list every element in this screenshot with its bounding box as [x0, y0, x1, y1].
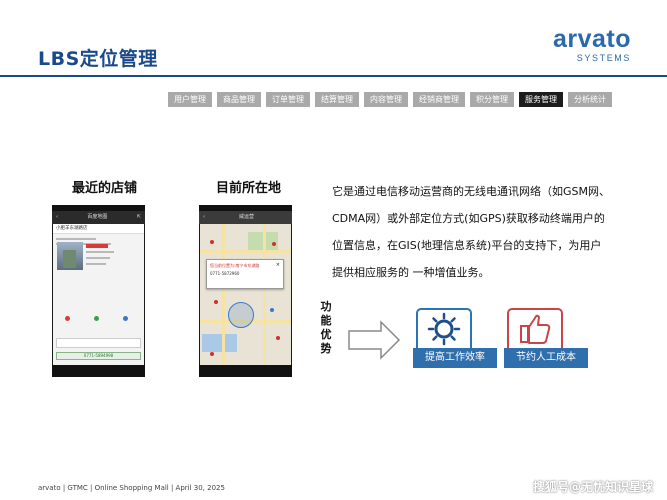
sun-icon-box	[416, 308, 472, 348]
route-button-bar[interactable]	[56, 338, 141, 348]
map-water	[202, 334, 237, 352]
footer-text: arvato | GTMC | Online Shopping Mall | A…	[38, 484, 225, 492]
store-phone-number[interactable]: 0771-5894998	[56, 352, 141, 360]
store-list-header: 小肥羊东湖路店	[53, 224, 144, 234]
watermark: 搜狐号@无忧知识星球	[532, 480, 653, 494]
text-line	[86, 251, 114, 253]
app-title: 百度地图	[87, 214, 108, 220]
close-icon[interactable]: ×	[276, 262, 280, 268]
tab-analytics[interactable]: 分析统计	[568, 92, 612, 107]
phone-nav-bar	[52, 365, 145, 377]
popup-title: 您当前位置为:南宁市东湖路	[210, 263, 260, 268]
text-line	[86, 263, 106, 265]
map-road	[263, 224, 266, 365]
benefit-cost-saving: 节约人工成本	[504, 308, 588, 368]
location-pin-icon[interactable]	[65, 316, 70, 321]
map-marker-icon[interactable]	[214, 300, 218, 304]
share-icon[interactable]: ⇱	[137, 211, 141, 224]
advantages-label: 功能优势	[320, 300, 332, 355]
map-marker-icon[interactable]	[272, 242, 276, 246]
benefit-efficiency-label: 提高工作效率	[413, 348, 497, 368]
map-road	[222, 224, 225, 365]
thumbs-up-icon	[520, 314, 551, 344]
nearest-store-heading: 最近的店铺	[72, 181, 138, 196]
arvato-logo: arvato SYSTEMS	[553, 26, 631, 63]
map-road	[200, 250, 291, 253]
popup-phone: 0771-5872960	[210, 271, 240, 276]
map-marker-icon[interactable]	[210, 352, 214, 356]
current-location-heading: 目前所在地	[216, 181, 282, 196]
store-detail-screen: 小肥羊东湖路店 0771-5894998	[53, 224, 144, 365]
tab-user-management[interactable]: 用户管理	[168, 92, 212, 107]
back-icon[interactable]: ‹	[203, 211, 205, 224]
rating-stars	[86, 244, 108, 248]
text-line	[86, 257, 110, 259]
logo-wordmark: arvato	[552, 25, 631, 53]
phone-app-bar: ‹ 百度地图 ⇱	[52, 211, 145, 224]
right-arrow-icon	[348, 320, 401, 360]
tab-product-management[interactable]: 商品管理	[217, 92, 261, 107]
header-divider	[0, 75, 667, 77]
store-phone-screenshot: ‹ 百度地图 ⇱ 小肥羊东湖路店 0771-5894998	[52, 205, 145, 377]
tab-points-management[interactable]: 积分管理	[470, 92, 514, 107]
tab-settlement-management[interactable]: 结算管理	[315, 92, 359, 107]
tab-dealer-management[interactable]: 经销商管理	[413, 92, 465, 107]
map-marker-icon[interactable]	[210, 240, 214, 244]
phone-app-bar: ‹ 威运营	[199, 211, 292, 224]
store-photo	[57, 242, 83, 270]
thumbs-up-icon-box	[507, 308, 563, 348]
current-position-radius	[228, 302, 254, 328]
app-title: 威运营	[238, 214, 254, 220]
page-title: LBS定位管理	[38, 48, 158, 70]
benefit-efficiency: 提高工作效率	[413, 308, 497, 368]
location-map[interactable]: 您当前位置为:南宁市东湖路 0771-5872960 ×	[200, 224, 291, 365]
tab-service-management[interactable]: 服务管理	[519, 92, 563, 107]
sun-icon	[427, 312, 461, 346]
text-line	[56, 238, 96, 240]
phone-nav-bar	[199, 365, 292, 377]
back-icon[interactable]: ‹	[56, 211, 58, 224]
map-phone-screenshot: ‹ 威运营 您当前位置为:南宁市东湖路 0771-5872960 ×	[199, 205, 292, 377]
tab-order-management[interactable]: 订单管理	[266, 92, 310, 107]
logo-subtitle: SYSTEMS	[576, 53, 631, 63]
location-popup[interactable]: 您当前位置为:南宁市东湖路 0771-5872960 ×	[206, 259, 284, 289]
location-pin-icon[interactable]	[94, 316, 99, 321]
benefit-cost-saving-label: 节约人工成本	[504, 348, 588, 368]
tab-content-management[interactable]: 内容管理	[364, 92, 408, 107]
main-nav: 用户管理 商品管理 订单管理 结算管理 内容管理 经销商管理 积分管理 服务管理…	[168, 92, 612, 107]
map-marker-icon[interactable]	[276, 336, 280, 340]
search-icon[interactable]	[123, 316, 128, 321]
lbs-description: 它是通过电信移动运营商的无线电通讯网络（如GSM网、CDMA网）或外部定位方式(…	[332, 185, 610, 279]
map-marker-icon[interactable]	[270, 308, 274, 312]
